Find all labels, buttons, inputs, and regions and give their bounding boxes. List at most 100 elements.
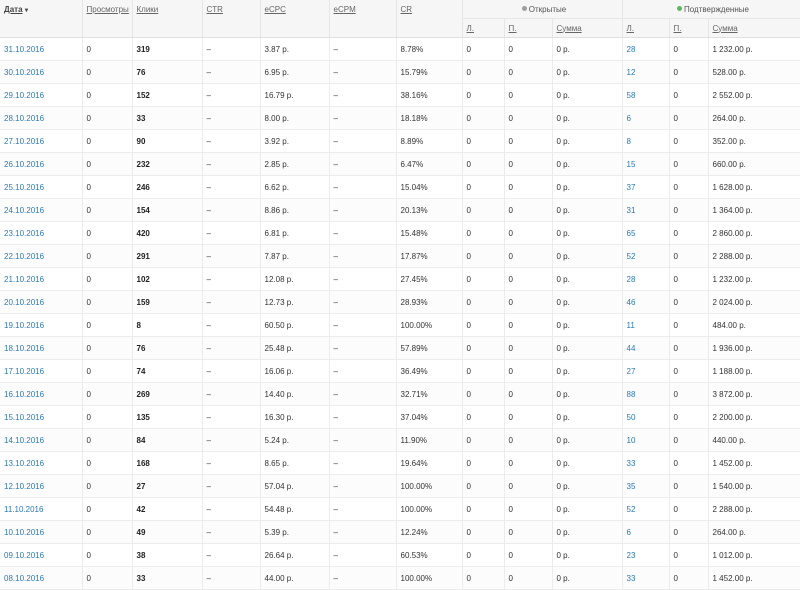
sort-down-icon[interactable]: ▼: [24, 8, 30, 14]
confirmed-l-link[interactable]: 33: [627, 459, 636, 468]
date-link[interactable]: 28.10.2016: [4, 114, 44, 123]
confirmed-l-link[interactable]: 65: [627, 229, 636, 238]
table-cell[interactable]: 6: [621, 106, 670, 130]
table-cell[interactable]: 14.10.2016: [0, 428, 83, 452]
sort-clicks-link[interactable]: Клики: [137, 5, 159, 14]
date-link[interactable]: 31.10.2016: [4, 45, 44, 54]
date-link[interactable]: 29.10.2016: [4, 91, 44, 100]
column-header-views[interactable]: Просмотры: [82, 0, 133, 38]
confirmed-l-link[interactable]: 10: [627, 436, 636, 445]
table-cell[interactable]: 52: [621, 497, 670, 521]
table-cell[interactable]: 25.10.2016: [0, 175, 83, 199]
confirmed-l-link[interactable]: 88: [627, 390, 636, 399]
confirmed-l-link[interactable]: 6: [627, 114, 631, 123]
table-cell[interactable]: 8: [621, 129, 670, 153]
table-cell[interactable]: 11: [621, 313, 670, 337]
table-cell[interactable]: 10: [621, 428, 670, 452]
table-cell[interactable]: 37: [621, 175, 670, 199]
confirmed-l-link[interactable]: 46: [627, 298, 636, 307]
date-link[interactable]: 14.10.2016: [4, 436, 44, 445]
table-cell[interactable]: 12.10.2016: [0, 474, 83, 498]
table-cell[interactable]: 29.10.2016: [0, 83, 83, 107]
table-cell[interactable]: 21.10.2016: [0, 267, 83, 291]
date-link[interactable]: 12.10.2016: [4, 482, 44, 491]
date-link[interactable]: 30.10.2016: [4, 68, 44, 77]
table-cell[interactable]: 50: [621, 405, 670, 429]
table-cell[interactable]: 27.10.2016: [0, 129, 83, 153]
table-cell[interactable]: 58: [621, 83, 670, 107]
column-header-confirmed-sum[interactable]: Сумма: [708, 18, 800, 38]
table-cell[interactable]: 17.10.2016: [0, 359, 83, 383]
confirmed-l-link[interactable]: 23: [627, 551, 636, 560]
confirmed-l-link[interactable]: 12: [627, 68, 636, 77]
sort-confirmed-sum-link[interactable]: Сумма: [713, 24, 738, 33]
confirmed-l-link[interactable]: 52: [627, 505, 636, 514]
table-cell[interactable]: 12: [621, 60, 670, 84]
confirmed-l-link[interactable]: 50: [627, 413, 636, 422]
table-cell[interactable]: 44: [621, 336, 670, 360]
date-link[interactable]: 17.10.2016: [4, 367, 44, 376]
date-link[interactable]: 13.10.2016: [4, 459, 44, 468]
sort-confirmed-p-link[interactable]: П.: [674, 24, 682, 33]
table-cell[interactable]: 10.10.2016: [0, 520, 83, 544]
confirmed-l-link[interactable]: 37: [627, 183, 636, 192]
sort-open-sum-link[interactable]: Сумма: [557, 24, 582, 33]
confirmed-l-link[interactable]: 28: [627, 275, 636, 284]
table-cell[interactable]: 65: [621, 221, 670, 245]
table-cell[interactable]: 19.10.2016: [0, 313, 83, 337]
table-cell[interactable]: 16.10.2016: [0, 382, 83, 406]
sort-confirmed-l-link[interactable]: Л.: [627, 24, 634, 33]
table-cell[interactable]: 09.10.2016: [0, 543, 83, 567]
confirmed-l-link[interactable]: 44: [627, 344, 636, 353]
date-link[interactable]: 27.10.2016: [4, 137, 44, 146]
table-cell[interactable]: 15.10.2016: [0, 405, 83, 429]
date-link[interactable]: 15.10.2016: [4, 413, 44, 422]
table-cell[interactable]: 24.10.2016: [0, 198, 83, 222]
column-header-ecpc[interactable]: eCPC: [260, 0, 330, 38]
table-cell[interactable]: 52: [621, 244, 670, 268]
table-cell[interactable]: 33: [621, 566, 670, 590]
confirmed-l-link[interactable]: 35: [627, 482, 636, 491]
date-link[interactable]: 20.10.2016: [4, 298, 44, 307]
date-link[interactable]: 21.10.2016: [4, 275, 44, 284]
table-cell[interactable]: 26.10.2016: [0, 152, 83, 176]
date-link[interactable]: 10.10.2016: [4, 528, 44, 537]
confirmed-l-link[interactable]: 15: [627, 160, 636, 169]
table-cell[interactable]: 46: [621, 290, 670, 314]
date-link[interactable]: 09.10.2016: [4, 551, 44, 560]
date-link[interactable]: 11.10.2016: [4, 505, 43, 514]
sort-views-link[interactable]: Просмотры: [87, 5, 129, 14]
table-cell[interactable]: 88: [621, 382, 670, 406]
table-cell[interactable]: 23: [621, 543, 670, 567]
date-link[interactable]: 08.10.2016: [4, 574, 44, 583]
table-cell[interactable]: 22.10.2016: [0, 244, 83, 268]
confirmed-l-link[interactable]: 28: [627, 45, 636, 54]
table-cell[interactable]: 15: [621, 152, 670, 176]
table-cell[interactable]: 35: [621, 474, 670, 498]
table-cell[interactable]: 6: [621, 520, 670, 544]
confirmed-l-link[interactable]: 11: [627, 321, 635, 330]
column-header-clicks[interactable]: Клики: [132, 0, 203, 38]
confirmed-l-link[interactable]: 33: [627, 574, 636, 583]
column-header-open-l[interactable]: Л.: [461, 18, 505, 38]
table-cell[interactable]: 28: [621, 267, 670, 291]
date-link[interactable]: 16.10.2016: [4, 390, 44, 399]
table-cell[interactable]: 23.10.2016: [0, 221, 83, 245]
column-header-confirmed-p[interactable]: П.: [669, 18, 709, 38]
table-cell[interactable]: 27: [621, 359, 670, 383]
sort-ecpm-link[interactable]: eCPM: [334, 5, 356, 14]
column-header-date[interactable]: Дата▼: [0, 0, 83, 38]
column-header-ctr[interactable]: CTR: [202, 0, 261, 38]
table-cell[interactable]: 20.10.2016: [0, 290, 83, 314]
table-cell[interactable]: 13.10.2016: [0, 451, 83, 475]
confirmed-l-link[interactable]: 8: [627, 137, 631, 146]
column-header-open-p[interactable]: П.: [504, 18, 553, 38]
sort-open-l-link[interactable]: Л.: [467, 24, 474, 33]
confirmed-l-link[interactable]: 52: [627, 252, 636, 261]
date-link[interactable]: 24.10.2016: [4, 206, 44, 215]
date-link[interactable]: 22.10.2016: [4, 252, 44, 261]
sort-open-p-link[interactable]: П.: [509, 24, 517, 33]
confirmed-l-link[interactable]: 6: [627, 528, 631, 537]
date-link[interactable]: 18.10.2016: [4, 344, 44, 353]
confirmed-l-link[interactable]: 58: [627, 91, 636, 100]
